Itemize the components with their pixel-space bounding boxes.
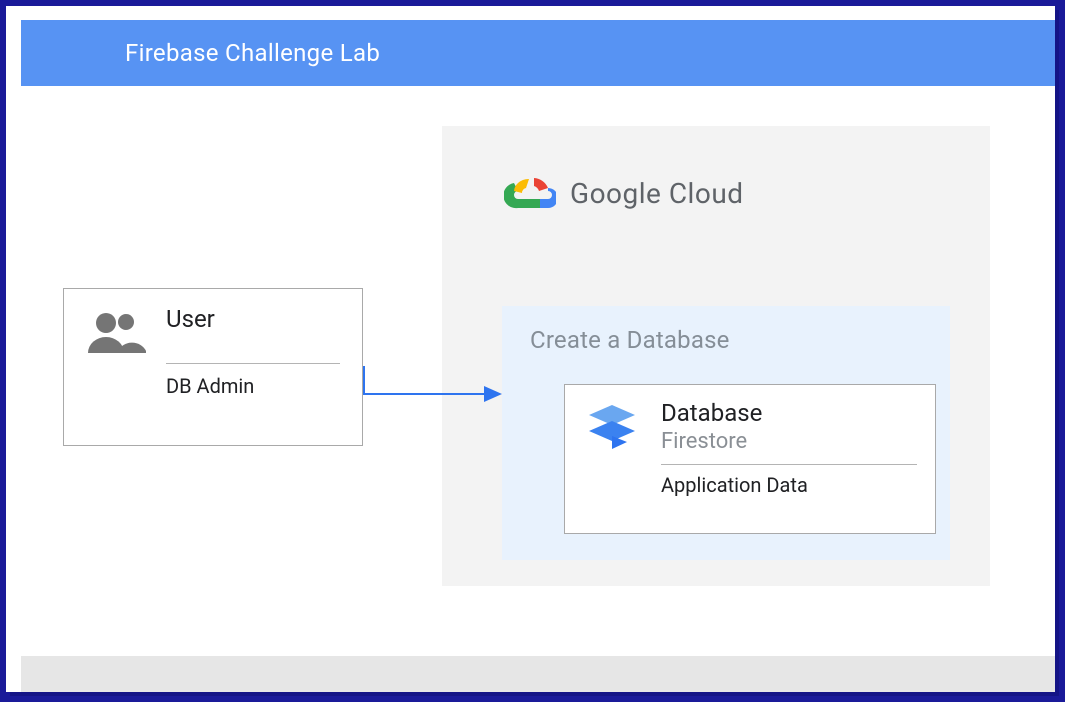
google-cloud-icon [504,172,556,214]
divider [661,464,917,465]
header-bar: Firebase Challenge Lab [21,20,1055,86]
diagram-page: Firebase Challenge Lab Google Cloud Cre [6,6,1055,692]
user-description: DB Admin [166,374,340,398]
google-cloud-logo-row: Google Cloud [504,172,990,214]
database-subtitle: Firestore [661,429,917,454]
database-card-texts: Database Firestore Application Data [661,399,917,497]
user-card-texts: User DB Admin [166,305,340,398]
top-margin [6,6,1055,20]
database-card: Database Firestore Application Data [564,384,936,534]
diagram-canvas: Google Cloud Create a Database Database [6,86,1055,692]
user-card: User DB Admin [63,288,363,446]
database-title: Database [661,399,917,427]
divider [166,363,340,364]
firestore-icon [583,403,641,461]
create-database-zone: Create a Database Database Firestore [502,306,950,560]
database-description: Application Data [661,473,917,497]
header-title: Firebase Challenge Lab [125,39,380,67]
user-title: User [166,305,340,333]
google-cloud-zone: Google Cloud Create a Database Database [442,126,990,586]
create-database-title: Create a Database [502,306,950,354]
users-icon [86,309,148,357]
footer-bar [21,656,1055,692]
arrow-icon [362,364,504,404]
google-cloud-label: Google Cloud [570,177,744,210]
